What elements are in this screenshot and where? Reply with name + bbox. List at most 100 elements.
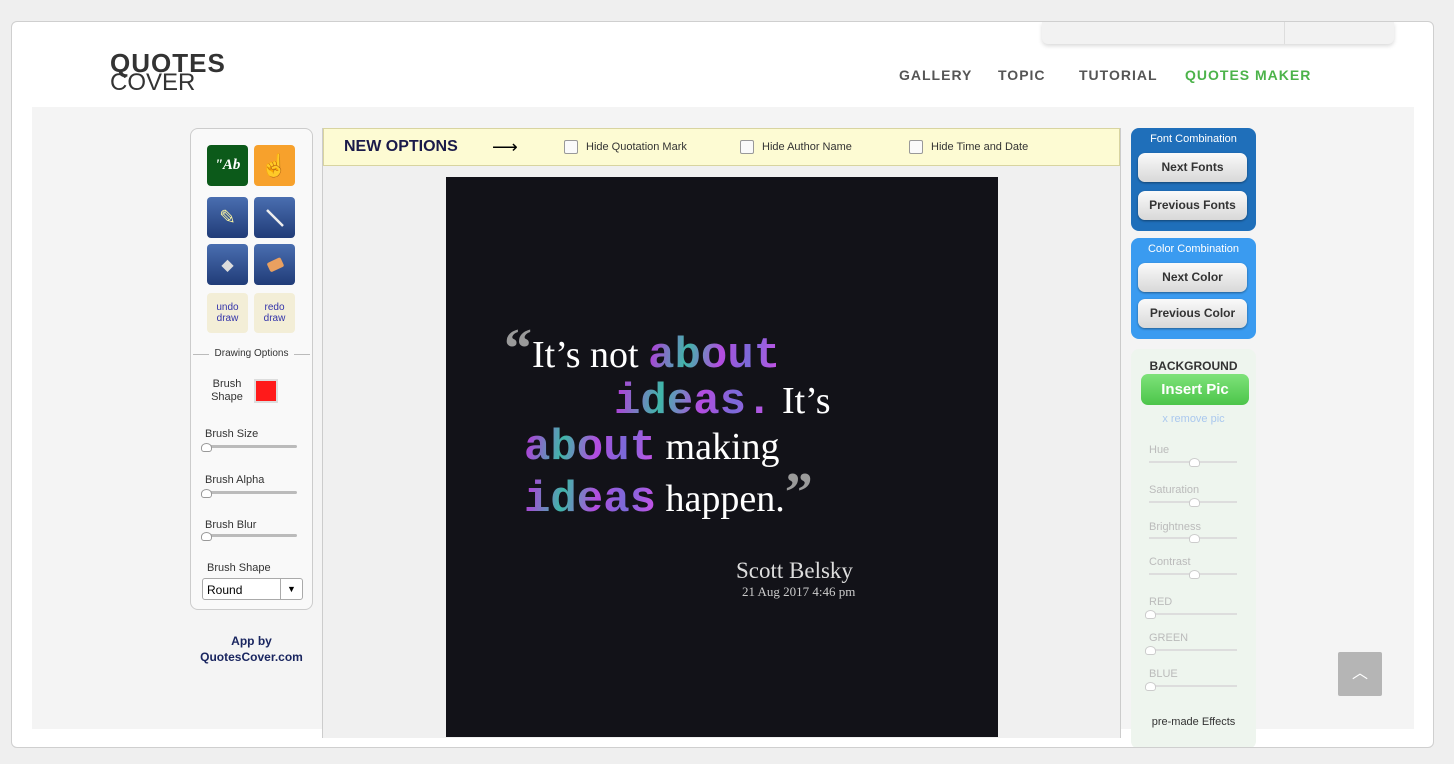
new-options-bar: NEW OPTIONS ⟶ Hide Quotation Mark Hide A… — [323, 128, 1120, 166]
slider-handle[interactable] — [1189, 534, 1200, 543]
redo-label-2: draw — [263, 313, 286, 324]
app-by-credit[interactable]: App by QuotesCover.com — [190, 633, 313, 665]
nav-quotes-maker[interactable]: QUOTES MAKER — [1185, 67, 1311, 83]
contrast-slider[interactable] — [1149, 570, 1237, 579]
quote-seg: It’s — [772, 380, 831, 422]
font-combination-title: Font Combination — [1150, 133, 1237, 145]
nav-topic[interactable]: TOPIC — [998, 67, 1046, 83]
app-by-line2: QuotesCover.com — [200, 650, 303, 664]
quote-seg: making — [656, 426, 780, 468]
blue-slider[interactable] — [1145, 682, 1237, 691]
previous-color-button[interactable]: Previous Color — [1138, 299, 1247, 328]
pencil-tool-button[interactable]: ✎ — [207, 197, 248, 238]
line-icon — [265, 208, 284, 227]
brush-shape-select[interactable]: Round ▼ — [202, 578, 303, 600]
drag-tool-button[interactable]: ☝ — [254, 145, 295, 186]
eraser-tool-button[interactable] — [254, 244, 295, 285]
chevron-down-icon: ▼ — [280, 579, 302, 599]
slider-handle[interactable] — [1145, 682, 1156, 691]
next-fonts-button[interactable]: Next Fonts — [1138, 153, 1247, 182]
brush-blur-label: Brush Blur — [205, 519, 257, 531]
brush-color-swatch[interactable] — [254, 379, 278, 403]
logo[interactable]: QUOTES COVER — [110, 50, 226, 95]
slider-handle[interactable] — [201, 489, 212, 498]
brightness-label: Brightness — [1149, 521, 1201, 533]
brush-blur-slider[interactable] — [201, 532, 297, 541]
pencil-icon: ✎ — [219, 207, 236, 229]
red-slider[interactable] — [1145, 610, 1237, 619]
slider-handle[interactable] — [1145, 646, 1156, 655]
previous-fonts-button[interactable]: Previous Fonts — [1138, 191, 1247, 220]
slider-handle[interactable] — [201, 443, 212, 452]
eraser-icon — [266, 257, 284, 272]
blue-label: BLUE — [1149, 668, 1178, 680]
quote-text: “It’s not about ideas. It’s about making… — [504, 321, 944, 525]
slider-handle[interactable] — [201, 532, 212, 541]
fill-tool-button[interactable]: ◆ — [207, 244, 248, 285]
checkbox[interactable] — [909, 140, 923, 154]
redo-draw-button[interactable]: redo draw — [254, 293, 295, 333]
redo-label: redo — [264, 302, 285, 313]
quote-date: 21 Aug 2017 4:46 pm — [742, 584, 856, 599]
red-label: RED — [1149, 596, 1173, 608]
contrast-label: Contrast — [1149, 556, 1191, 568]
hide-date-checkbox[interactable]: Hide Time and Date — [909, 140, 1028, 154]
hide-author-label: Hide Author Name — [762, 141, 852, 153]
nav-tutorial[interactable]: TUTORIAL — [1079, 67, 1158, 83]
divider — [1284, 22, 1285, 44]
quote-seg: It’s not — [532, 334, 649, 376]
slider-handle[interactable] — [1189, 458, 1200, 467]
saturation-slider[interactable] — [1149, 498, 1237, 507]
brightness-slider[interactable] — [1149, 534, 1237, 543]
remove-pic-link[interactable]: x remove pic — [1131, 413, 1256, 425]
scroll-to-top-button[interactable]: ︿ — [1338, 652, 1382, 696]
insert-pic-button[interactable]: Insert Pic — [1141, 374, 1249, 405]
hide-author-checkbox[interactable]: Hide Author Name — [740, 140, 852, 154]
checkbox[interactable] — [740, 140, 754, 154]
nav-gallery[interactable]: GALLERY — [899, 67, 972, 83]
quote-canvas[interactable]: “It’s not about ideas. It’s about making… — [446, 177, 998, 737]
brush-alpha-label: Brush Alpha — [205, 474, 265, 486]
quote-highlight: about — [648, 331, 781, 381]
color-combination-title: Color Combination — [1147, 243, 1240, 255]
hue-label: Hue — [1149, 444, 1170, 456]
hide-quotation-checkbox[interactable]: Hide Quotation Mark — [564, 140, 687, 154]
green-slider[interactable] — [1145, 646, 1237, 655]
editor-area: "Ab ☝ ✎ ◆ undo draw redo draw Drawing Opti… — [32, 107, 1414, 747]
close-quote-mark: ” — [784, 462, 813, 524]
brush-size-slider[interactable] — [201, 443, 297, 452]
hide-quotation-label: Hide Quotation Mark — [586, 141, 687, 153]
brush-size-label: Brush Size — [205, 428, 259, 440]
tools-panel: "Ab ☝ ✎ ◆ undo draw redo draw Drawing Opti… — [190, 128, 313, 610]
text-tool-label: "Ab — [214, 157, 241, 173]
search-bar[interactable] — [1042, 22, 1394, 44]
line-tool-button[interactable] — [254, 197, 295, 238]
quote-highlight: ideas — [524, 475, 657, 525]
undo-label-2: draw — [216, 313, 239, 324]
undo-label: undo — [216, 302, 239, 313]
brush-color-label: Brush Shape — [211, 378, 243, 403]
slider-handle[interactable] — [1189, 570, 1200, 579]
undo-draw-button[interactable]: undo draw — [207, 293, 248, 333]
background-panel: BACKGROUND Insert Pic x remove pic Hue S… — [1131, 349, 1256, 747]
color-combination-box: Color Combination Next Color Previous Co… — [1131, 238, 1256, 339]
hue-slider[interactable] — [1149, 458, 1237, 467]
paint-bucket-icon: ◆ — [221, 256, 234, 274]
brush-shape-label: Brush Shape — [207, 562, 271, 574]
site-header: QUOTES COVER GALLERY TOPIC TUTORIAL QUOTE… — [32, 22, 1414, 107]
quote-author: Scott Belsky — [736, 558, 853, 583]
chevron-up-icon: ︿ — [1351, 665, 1368, 682]
font-combination-box: Font Combination Next Fonts Previous Fon… — [1131, 128, 1256, 231]
hide-date-label: Hide Time and Date — [931, 141, 1029, 153]
text-tool-button[interactable]: "Ab — [207, 145, 248, 186]
checkbox[interactable] — [564, 140, 578, 154]
quote-highlight: ideas. — [614, 377, 773, 427]
slider-handle[interactable] — [1145, 610, 1156, 619]
canvas-column: NEW OPTIONS ⟶ Hide Quotation Mark Hide A… — [322, 128, 1121, 738]
quote-seg: happen. — [656, 478, 785, 520]
saturation-label: Saturation — [1149, 484, 1200, 496]
slider-handle[interactable] — [1189, 498, 1200, 507]
brush-alpha-slider[interactable] — [201, 489, 297, 498]
next-color-button[interactable]: Next Color — [1138, 263, 1247, 292]
open-quote-mark: “ — [504, 318, 532, 380]
